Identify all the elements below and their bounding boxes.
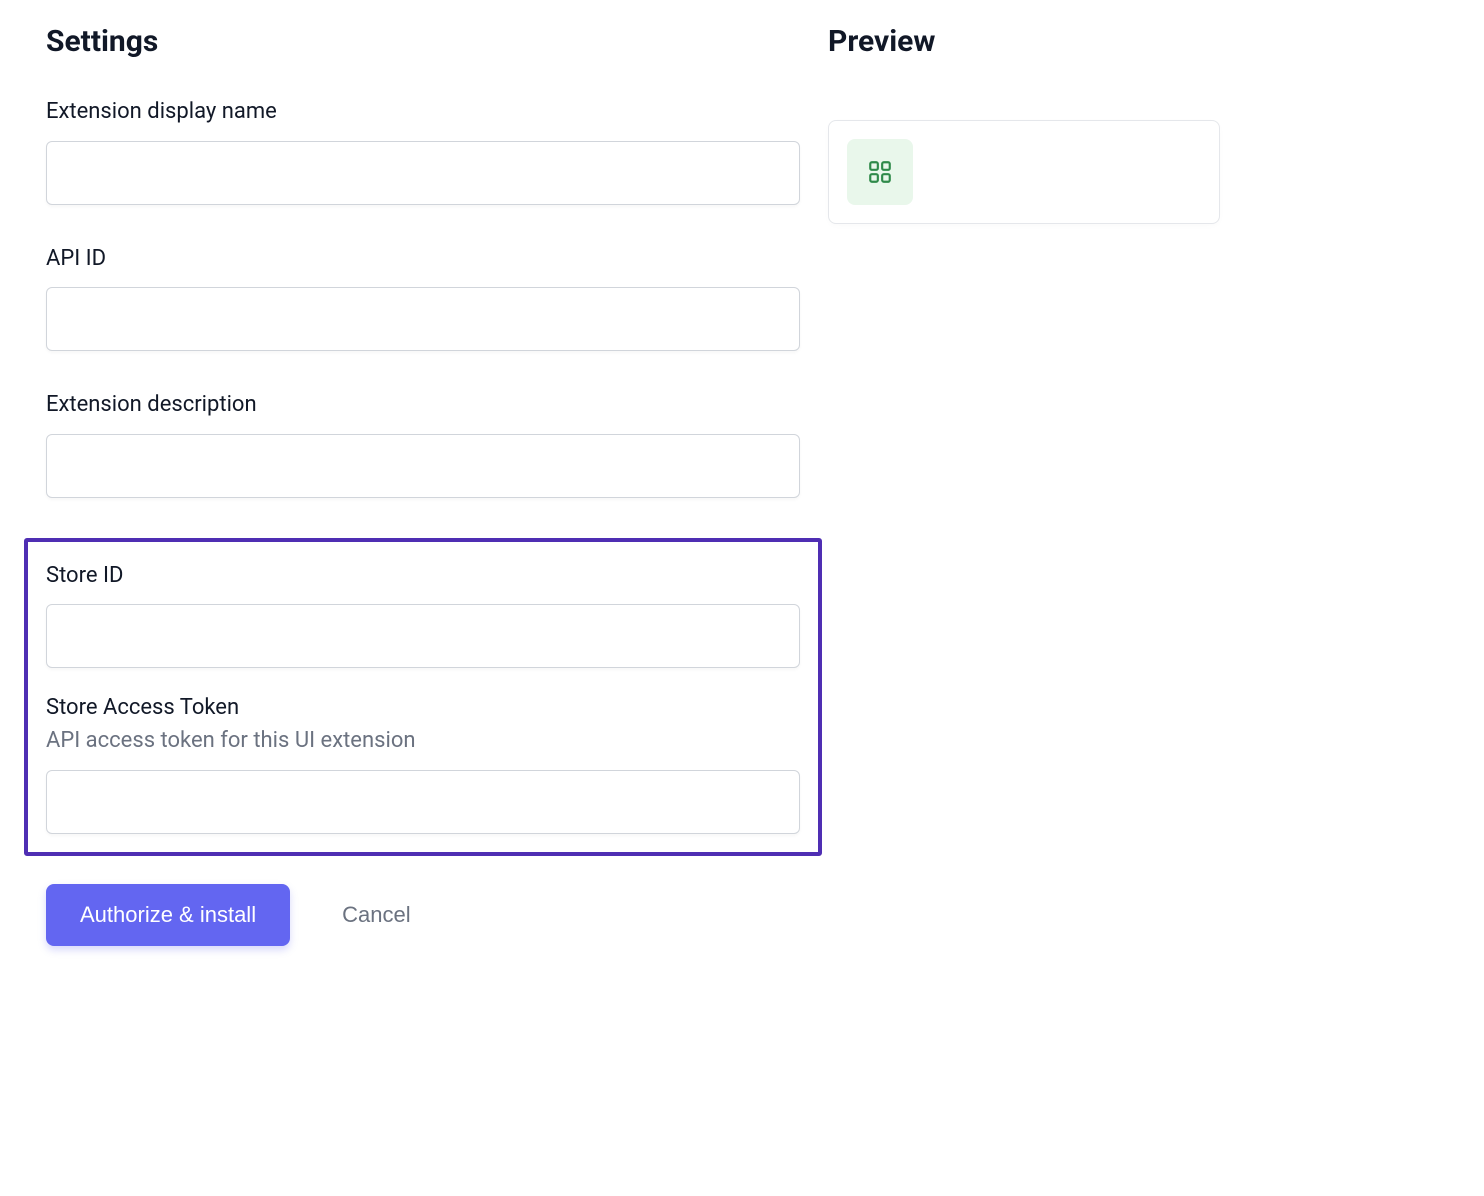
api-id-input[interactable] — [46, 287, 800, 351]
authorize-install-button[interactable]: Authorize & install — [46, 884, 290, 946]
store-access-token-label: Store Access Token — [46, 694, 800, 723]
description-label: Extension description — [46, 391, 800, 420]
field-store-access-token: Store Access Token API access token for … — [46, 694, 800, 833]
store-id-label: Store ID — [46, 562, 800, 591]
preview-icon-box — [847, 139, 913, 205]
field-display-name: Extension display name — [46, 98, 800, 205]
field-store-id: Store ID — [46, 562, 800, 669]
preview-panel: Preview — [828, 24, 1220, 946]
apps-grid-icon — [867, 159, 893, 185]
settings-panel: Settings Extension display name API ID E… — [46, 24, 800, 946]
api-id-label: API ID — [46, 245, 800, 274]
store-id-input[interactable] — [46, 604, 800, 668]
display-name-input[interactable] — [46, 141, 800, 205]
settings-heading: Settings — [46, 24, 800, 60]
store-access-token-help: API access token for this UI extension — [46, 727, 800, 756]
cancel-button[interactable]: Cancel — [342, 902, 410, 928]
preview-heading: Preview — [828, 24, 1220, 60]
actions-row: Authorize & install Cancel — [46, 884, 800, 946]
field-description: Extension description — [46, 391, 800, 498]
credentials-highlight-box: Store ID Store Access Token API access t… — [24, 538, 822, 856]
description-input[interactable] — [46, 434, 800, 498]
store-access-token-input[interactable] — [46, 770, 800, 834]
display-name-label: Extension display name — [46, 98, 800, 127]
preview-card — [828, 120, 1220, 224]
field-api-id: API ID — [46, 245, 800, 352]
